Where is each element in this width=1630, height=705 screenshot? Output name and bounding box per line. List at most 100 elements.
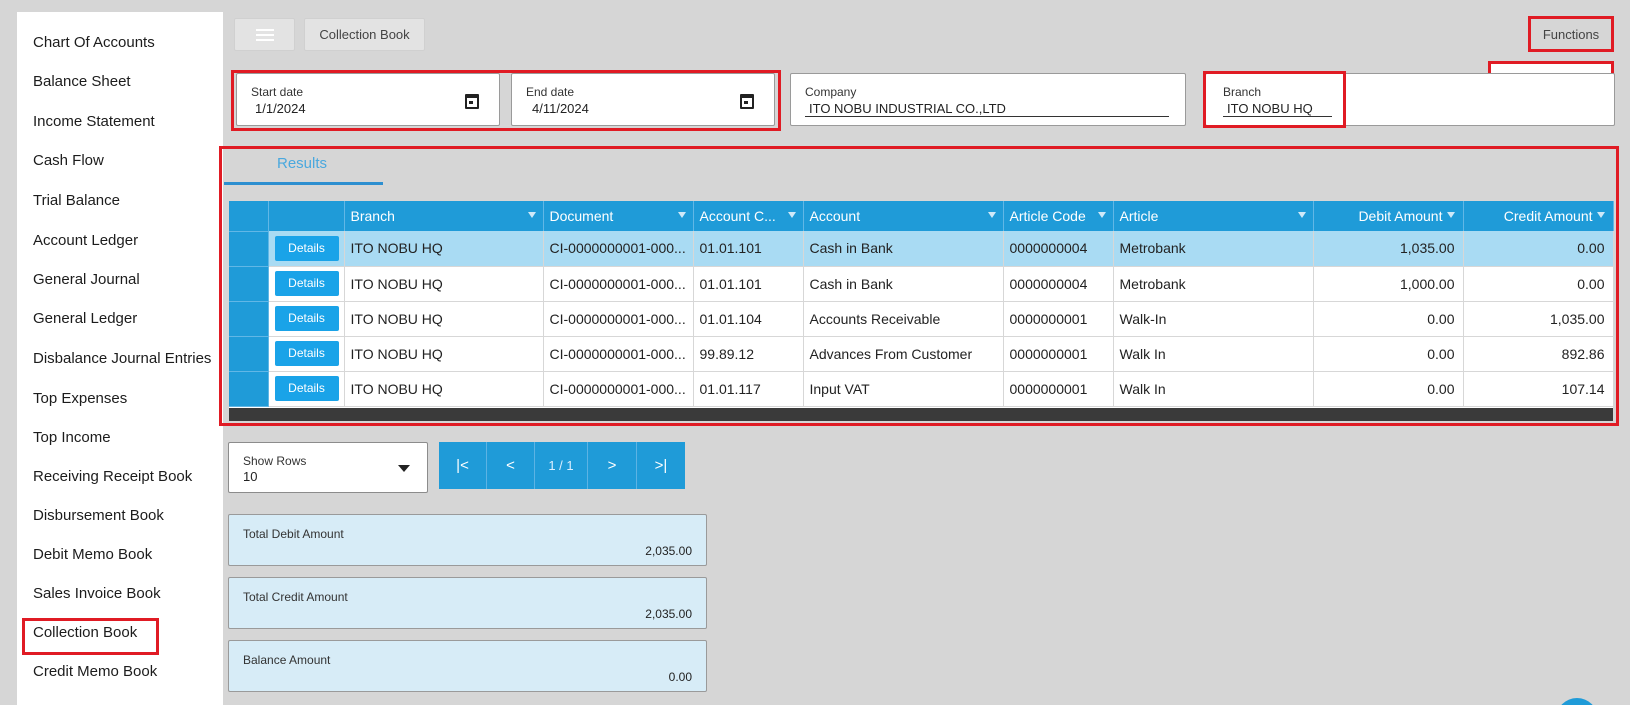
next-page-button[interactable]: >	[588, 442, 637, 489]
table-header-row: Branch Document Account C... Account Art…	[229, 201, 1614, 232]
floating-action-button[interactable]	[1556, 698, 1598, 705]
filter-icon[interactable]	[1297, 212, 1306, 218]
start-date-field[interactable]: Start date 1/1/2024	[236, 73, 500, 126]
header-article[interactable]: Article	[1113, 201, 1314, 231]
details-button[interactable]: Details	[274, 341, 339, 366]
calendar-icon[interactable]	[740, 94, 754, 109]
horizontal-scrollbar[interactable]	[229, 408, 1613, 421]
total-debit-value: 2,035.00	[645, 544, 692, 558]
table-row[interactable]: Details ITO NOBU HQ CI-0000000001-000...…	[229, 266, 1614, 302]
sidebar-item-top-expenses[interactable]: Top Expenses	[33, 390, 127, 407]
header-account-code[interactable]: Account C...	[693, 201, 804, 231]
sidebar-item-disbursement-book[interactable]: Disbursement Book	[33, 507, 164, 524]
row-selector[interactable]	[229, 301, 269, 337]
cell-article-code: 0000000004	[1003, 266, 1114, 302]
sidebar-item-top-income[interactable]: Top Income	[33, 429, 111, 446]
sidebar-item-account-ledger[interactable]: Account Ledger	[33, 232, 138, 249]
sidebar-item-collection-book[interactable]: Collection Book	[21, 618, 160, 655]
first-page-button[interactable]: |<	[439, 442, 487, 489]
sidebar-item-disbalance-journal-entries[interactable]: Disbalance Journal Entries	[33, 350, 211, 367]
sidebar-item-general-journal[interactable]: General Journal	[33, 271, 140, 288]
cell-article: Walk In	[1113, 336, 1314, 372]
last-page-button[interactable]: >|	[637, 442, 685, 489]
sidebar-item-receiving-receipt-book[interactable]: Receiving Receipt Book	[33, 468, 192, 485]
sidebar: Chart Of Accounts Balance Sheet Income S…	[17, 12, 223, 705]
filter-icon[interactable]	[1097, 212, 1106, 218]
cell-document: CI-0000000001-000...	[543, 336, 694, 372]
total-debit-amount-card: Total Debit Amount 2,035.00	[228, 514, 707, 566]
details-button[interactable]: Details	[274, 376, 339, 401]
end-date-value[interactable]: 4/11/2024	[532, 101, 589, 116]
header-branch-label: Branch	[350, 208, 395, 224]
header-credit-amount-label: Credit Amount	[1503, 208, 1593, 224]
filter-icon[interactable]	[787, 212, 796, 218]
cell-document: CI-0000000001-000...	[543, 266, 694, 302]
sidebar-item-chart-of-accounts[interactable]: Chart Of Accounts	[33, 34, 155, 51]
cell-branch: ITO NOBU HQ	[344, 266, 544, 302]
sidebar-item-sales-invoice-book[interactable]: Sales Invoice Book	[33, 585, 161, 602]
results-grid: Branch Document Account C... Account Art…	[229, 201, 1614, 421]
functions-button[interactable]: Functions	[1528, 16, 1614, 52]
total-credit-label: Total Credit Amount	[243, 590, 348, 604]
sidebar-item-debit-memo-book[interactable]: Debit Memo Book	[33, 546, 152, 563]
tab-results[interactable]: Results	[277, 155, 327, 172]
prev-page-button[interactable]: <	[487, 442, 535, 489]
details-button[interactable]: Details	[274, 235, 339, 261]
balance-amount-card: Balance Amount 0.00	[228, 640, 707, 692]
menu-button[interactable]	[234, 18, 295, 51]
details-button[interactable]: Details	[274, 271, 339, 296]
header-document[interactable]: Document	[543, 201, 694, 231]
cell-article-code: 0000000001	[1003, 336, 1114, 372]
filter-icon[interactable]	[1446, 212, 1455, 218]
header-debit-amount[interactable]: Debit Amount	[1313, 201, 1464, 231]
header-account-code-label: Account C...	[699, 208, 776, 224]
cell-article: Metrobank	[1113, 266, 1314, 302]
table-row[interactable]: Details ITO NOBU HQ CI-0000000001-000...…	[229, 336, 1614, 372]
filter-icon[interactable]	[677, 212, 686, 218]
header-article-code[interactable]: Article Code	[1003, 201, 1114, 231]
header-account[interactable]: Account	[803, 201, 1004, 231]
cell-account-code: 01.01.101	[693, 266, 804, 302]
row-selector[interactable]	[229, 266, 269, 302]
sidebar-item-general-ledger[interactable]: General Ledger	[33, 310, 137, 327]
next-page-icon: >	[607, 457, 617, 474]
row-selector[interactable]	[229, 231, 269, 267]
branch-underline	[1223, 116, 1332, 117]
calendar-icon[interactable]	[465, 94, 479, 109]
table-row[interactable]: Details ITO NOBU HQ CI-0000000001-000...…	[229, 371, 1614, 407]
branch-field[interactable]: Branch ITO NOBU HQ	[1205, 73, 1615, 126]
start-date-value[interactable]: 1/1/2024	[255, 101, 306, 116]
last-page-icon: >|	[654, 457, 668, 474]
end-date-field[interactable]: End date 4/11/2024	[511, 73, 775, 126]
show-rows-select[interactable]: Show Rows 10	[228, 442, 428, 493]
branch-value[interactable]: ITO NOBU HQ	[1227, 101, 1313, 116]
filter-icon[interactable]	[987, 212, 996, 218]
pagination: |< < 1 / 1 > >|	[439, 442, 685, 489]
filter-icon[interactable]	[1596, 212, 1605, 218]
sidebar-item-balance-sheet[interactable]: Balance Sheet	[33, 73, 131, 90]
header-branch[interactable]: Branch	[344, 201, 544, 231]
cell-debit-amount: 1,000.00	[1313, 266, 1464, 302]
cell-branch: ITO NOBU HQ	[344, 371, 544, 407]
sidebar-item-credit-memo-book[interactable]: Credit Memo Book	[33, 663, 157, 680]
filter-icon[interactable]	[527, 212, 536, 218]
details-button[interactable]: Details	[274, 306, 339, 331]
header-account-label: Account	[809, 208, 861, 224]
table-row[interactable]: Details ITO NOBU HQ CI-0000000001-000...…	[229, 301, 1614, 337]
cell-article-code: 0000000004	[1003, 231, 1114, 267]
cell-account-code: 01.01.101	[693, 231, 804, 267]
cell-document: CI-0000000001-000...	[543, 231, 694, 267]
table-row[interactable]: Details ITO NOBU HQ CI-0000000001-000...…	[229, 231, 1614, 267]
end-date-label: End date	[526, 85, 575, 99]
chevron-down-icon[interactable]	[398, 465, 410, 472]
company-field[interactable]: Company ITO NOBU INDUSTRIAL CO.,LTD	[790, 73, 1186, 126]
sidebar-item-cash-flow[interactable]: Cash Flow	[33, 152, 104, 169]
company-value[interactable]: ITO NOBU INDUSTRIAL CO.,LTD	[809, 101, 1006, 116]
sidebar-item-income-statement[interactable]: Income Statement	[33, 113, 155, 130]
cell-article-code: 0000000001	[1003, 301, 1114, 337]
header-credit-amount[interactable]: Credit Amount	[1463, 201, 1614, 231]
sidebar-item-trial-balance[interactable]: Trial Balance	[33, 192, 120, 209]
row-selector[interactable]	[229, 371, 269, 407]
row-selector[interactable]	[229, 336, 269, 372]
breadcrumb[interactable]: Collection Book	[304, 18, 425, 51]
